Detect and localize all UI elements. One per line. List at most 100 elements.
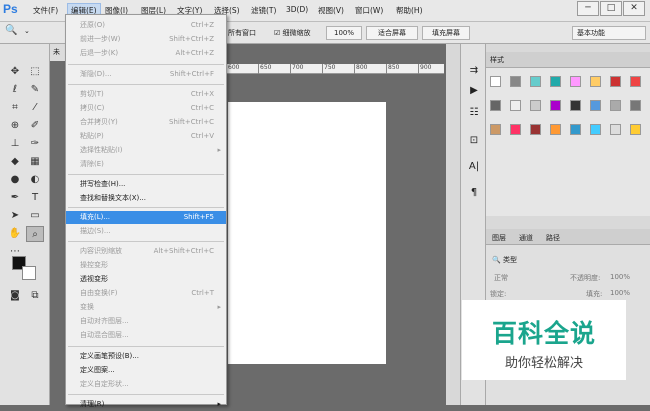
history-brush-tool-icon[interactable]: ✑ [26, 136, 44, 152]
healing-tool-icon[interactable]: ⊕ [6, 118, 24, 134]
path-select-tool-icon[interactable]: ➤ [6, 208, 24, 224]
menu-item[interactable]: 变换 ▸ [66, 301, 226, 314]
menu-help[interactable]: 帮助(H) [396, 5, 423, 16]
zoom-100-button[interactable]: 100% [326, 26, 362, 40]
style-swatch[interactable] [510, 76, 521, 87]
menu-item[interactable]: 透视变形 [66, 273, 226, 286]
quick-select-tool-icon[interactable]: ✎ [26, 82, 44, 98]
tab-styles[interactable]: 样式 [490, 55, 504, 65]
marquee-tool-icon[interactable]: ⬚ [26, 64, 44, 80]
character-panel-icon[interactable]: A| [465, 158, 483, 176]
menu-view[interactable]: 视图(V) [318, 5, 344, 16]
style-swatch[interactable] [610, 76, 621, 87]
menu-item[interactable]: 定义画笔预设(B)... [66, 350, 226, 363]
chevron-down-icon[interactable]: ⌄ [24, 27, 30, 35]
menu-item[interactable]: 填充(L)... Shift+F5 [66, 211, 226, 224]
menu-item[interactable]: 自动混合图层... [66, 329, 226, 342]
style-swatch[interactable] [570, 100, 581, 111]
style-swatch[interactable] [550, 76, 561, 87]
zoom-tool-icon[interactable]: 🔍 [5, 25, 17, 36]
menu-item[interactable]: 清除(E) [66, 158, 226, 171]
menu-item[interactable]: 选择性粘贴(I) ▸ [66, 144, 226, 157]
minimize-button[interactable]: ─ [577, 1, 599, 16]
eyedropper-tool-icon[interactable]: ⁄ [26, 100, 44, 116]
clone-source-panel-icon[interactable]: ⊡ [465, 132, 483, 150]
style-swatch[interactable] [510, 124, 521, 135]
close-button[interactable]: ✕ [623, 1, 645, 16]
eraser-tool-icon[interactable]: ◆ [6, 154, 24, 170]
quick-mask-icon[interactable]: ◙ [6, 288, 24, 304]
style-swatch[interactable] [490, 124, 501, 135]
paragraph-panel-icon[interactable]: ¶ [465, 184, 483, 202]
layer-kind-filter[interactable]: 🔍 类型 [492, 255, 517, 265]
style-swatch[interactable] [590, 124, 601, 135]
tab-layers[interactable]: 图层 [492, 233, 506, 243]
style-swatch[interactable] [530, 100, 541, 111]
style-swatch[interactable] [490, 100, 501, 111]
menu-item[interactable]: 拼写检查(H)... [66, 178, 226, 191]
style-swatch[interactable] [490, 76, 501, 87]
document-tab[interactable]: 未 [50, 44, 65, 61]
history-panel-icon[interactable]: ⇉ [465, 62, 483, 80]
style-swatch[interactable] [530, 124, 541, 135]
maximize-button[interactable]: □ [600, 1, 622, 16]
menu-item[interactable]: 拷贝(C) Ctrl+C [66, 102, 226, 115]
menu-filter[interactable]: 滤镜(T) [251, 5, 276, 16]
properties-panel-icon[interactable]: ☷ [465, 104, 483, 122]
stamp-tool-icon[interactable]: ⊥ [6, 136, 24, 152]
menu-file[interactable]: 文件(F) [33, 5, 58, 16]
menu-item[interactable]: 自由变换(F) Ctrl+T [66, 287, 226, 300]
menu-item[interactable]: 剪切(T) Ctrl+X [66, 88, 226, 101]
menu-item[interactable]: 前进一步(W) Shift+Ctrl+Z [66, 33, 226, 46]
menu-item[interactable]: 定义自定形状... [66, 378, 226, 391]
all-windows-option[interactable]: 所有窗口 [228, 28, 256, 38]
blend-mode-select[interactable]: 正常 [494, 273, 508, 283]
menu-item[interactable]: 后退一步(K) Alt+Ctrl+Z [66, 47, 226, 60]
menu-window[interactable]: 窗口(W) [355, 5, 383, 16]
style-swatch[interactable] [630, 100, 641, 111]
style-swatch[interactable] [550, 100, 561, 111]
menu-item[interactable]: 查找和替换文本(X)... [66, 192, 226, 205]
style-swatch[interactable] [630, 124, 641, 135]
menu-item[interactable]: 还原(O) Ctrl+Z [66, 19, 226, 32]
rectangle-tool-icon[interactable]: ▭ [26, 208, 44, 224]
style-swatch[interactable] [630, 76, 641, 87]
menu-item[interactable]: 自动对齐图层... [66, 315, 226, 328]
workspace-select[interactable]: 基本功能 [572, 26, 646, 40]
menu-3d[interactable]: 3D(D) [286, 5, 308, 14]
style-swatch[interactable] [610, 100, 621, 111]
actions-panel-icon[interactable]: ▶ [465, 82, 483, 100]
opacity-field[interactable]: 100% [610, 273, 630, 281]
background-color-swatch[interactable] [22, 266, 36, 280]
style-swatch[interactable] [590, 100, 601, 111]
document-canvas[interactable] [228, 102, 386, 364]
menu-item[interactable]: 渐隐(D)... Shift+Ctrl+F [66, 68, 226, 81]
style-swatch[interactable] [570, 76, 581, 87]
tab-channels[interactable]: 通道 [519, 233, 533, 243]
menu-item[interactable]: 定义图案... [66, 364, 226, 377]
style-swatch[interactable] [590, 76, 601, 87]
screen-mode-icon[interactable]: ⧉ [26, 288, 44, 304]
fill-field[interactable]: 100% [610, 289, 630, 297]
style-swatch[interactable] [550, 124, 561, 135]
zoom-tool-icon[interactable]: ⌕ [26, 226, 44, 242]
style-swatch[interactable] [610, 124, 621, 135]
type-tool-icon[interactable]: T [26, 190, 44, 206]
fill-screen-button[interactable]: 填充屏幕 [422, 26, 470, 40]
crop-tool-icon[interactable]: ⌗ [6, 100, 24, 116]
menu-item[interactable]: 操控变形 [66, 259, 226, 272]
style-swatch[interactable] [510, 100, 521, 111]
menu-item[interactable]: 内容识别缩放 Alt+Shift+Ctrl+C [66, 245, 226, 258]
style-swatch[interactable] [530, 76, 541, 87]
hand-tool-icon[interactable]: ✋ [6, 226, 24, 242]
fit-screen-button[interactable]: 适合屏幕 [366, 26, 418, 40]
dodge-tool-icon[interactable]: ◐ [26, 172, 44, 188]
menu-item[interactable]: 合并拷贝(Y) Shift+Ctrl+C [66, 116, 226, 129]
tab-paths[interactable]: 路径 [546, 233, 560, 243]
brush-tool-icon[interactable]: ✐ [26, 118, 44, 134]
pen-tool-icon[interactable]: ✒ [6, 190, 24, 206]
menu-item[interactable]: 描边(S)... [66, 225, 226, 238]
style-swatch[interactable] [570, 124, 581, 135]
scrubby-zoom-option[interactable]: ☑ 细微缩放 [274, 28, 311, 38]
menu-item[interactable]: 粘贴(P) Ctrl+V [66, 130, 226, 143]
